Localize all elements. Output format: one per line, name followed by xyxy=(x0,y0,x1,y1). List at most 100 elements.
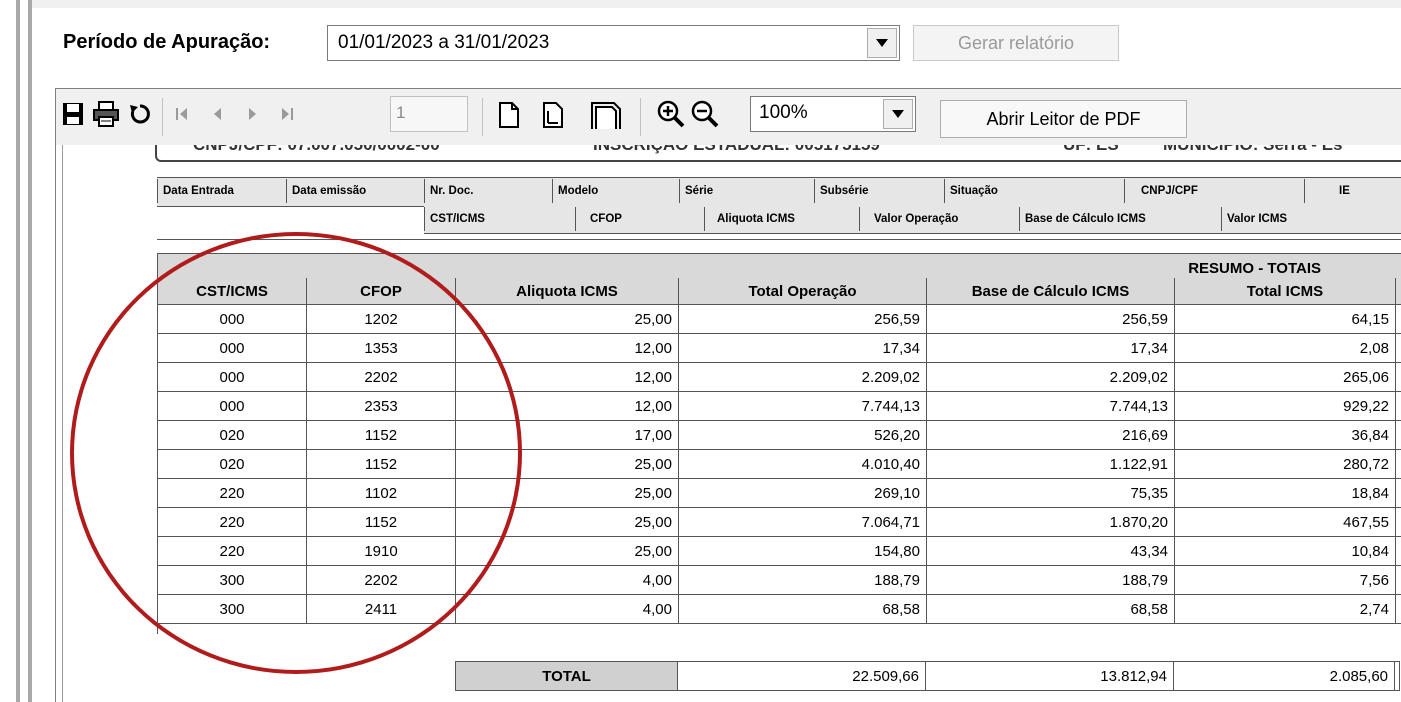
table-row: 020 1152 25,00 4.010,40 1.122,91 280,72 xyxy=(158,450,1401,479)
cfop-cell: 1152 xyxy=(307,508,456,537)
aliquota-cell: 12,00 xyxy=(456,334,679,363)
column-header: Série xyxy=(679,179,814,203)
total-operacao-cell: 154,80 xyxy=(679,537,927,566)
column-header: CNPJ/CPF xyxy=(1124,179,1304,203)
cst-icms-cell: 020 xyxy=(158,421,307,450)
column-header: Modelo xyxy=(552,179,679,203)
generate-report-button[interactable]: Gerar relatório xyxy=(913,25,1119,61)
chevron-down-icon[interactable] xyxy=(883,99,913,129)
total-icms-cell: 929,22 xyxy=(1175,392,1396,421)
total-row: TOTAL 22.509,66 13.812,94 2.085,60 xyxy=(455,661,1400,691)
summary-header-row: CST/ICMS CFOP Aliquota ICMS Total Operaç… xyxy=(158,278,1401,305)
total-operacao-cell: 17,34 xyxy=(679,334,927,363)
total-icms-cell: 2,08 xyxy=(1175,334,1396,363)
table-row: 000 2202 12,00 2.209,02 2.209,02 265,06 xyxy=(158,363,1401,392)
cfop-cell: 1102 xyxy=(307,479,456,508)
table-row: 300 2411 4,00 68,58 68,58 2,74 xyxy=(158,595,1401,624)
table-row: 000 1353 12,00 17,34 17,34 2,08 xyxy=(158,334,1401,363)
fit-width-icon[interactable] xyxy=(590,101,622,131)
cfop-cell: 2202 xyxy=(307,363,456,392)
period-value: 01/01/2023 a 31/01/2023 xyxy=(338,32,550,53)
toolbar-separator xyxy=(162,98,163,136)
base-calculo-cell: 216,69 xyxy=(927,421,1175,450)
cst-icms-cell: 000 xyxy=(158,392,307,421)
aliquota-cell: 17,00 xyxy=(456,421,679,450)
divider xyxy=(157,239,1401,240)
total-operacao-cell: 68,58 xyxy=(679,595,927,624)
cst-icms-cell: 220 xyxy=(158,537,307,566)
aliquota-cell: 12,00 xyxy=(456,392,679,421)
column-header: Subsérie xyxy=(814,179,944,203)
total-operacao-cell: 4.010,40 xyxy=(679,450,927,479)
cst-icms-cell: 300 xyxy=(158,595,307,624)
total-icms-cell: 7,56 xyxy=(1175,566,1396,595)
period-select[interactable]: 01/01/2023 a 31/01/2023 xyxy=(327,25,900,61)
last-page-icon[interactable] xyxy=(275,104,299,124)
total-icms-cell: 36,84 xyxy=(1175,421,1396,450)
cfop-cell: 1353 xyxy=(307,334,456,363)
toolbar-separator xyxy=(482,98,483,136)
base-calculo-cell: 43,34 xyxy=(927,537,1175,566)
cfop-cell: 1202 xyxy=(307,305,456,334)
column-header: CST/ICMS xyxy=(424,207,575,231)
single-page-icon[interactable] xyxy=(496,101,522,129)
total-base-calculo: 13.812,94 xyxy=(926,662,1174,690)
cst-icms-cell: 300 xyxy=(158,566,307,595)
save-icon[interactable] xyxy=(62,102,84,126)
chevron-down-icon[interactable] xyxy=(867,28,897,58)
total-icms-cell: 10,84 xyxy=(1175,537,1396,566)
summary-column-header: Aliquota ICMS xyxy=(456,278,679,304)
column-header: Situação xyxy=(944,179,1124,203)
cst-icms-cell: 000 xyxy=(158,334,307,363)
cfop-cell: 1152 xyxy=(307,421,456,450)
base-calculo-cell: 256,59 xyxy=(927,305,1175,334)
total-icms-cell: 467,55 xyxy=(1175,508,1396,537)
summary-column-header: CST/ICMS xyxy=(158,278,307,304)
total-operacao-cell: 526,20 xyxy=(679,421,927,450)
next-page-icon[interactable] xyxy=(240,104,264,124)
zoom-out-icon[interactable] xyxy=(690,100,720,128)
report-header-cut-text: CNPJ/CPF: 07.007.050/0002-00 xyxy=(193,145,440,155)
summary-title-row: RESUMO - TOTAIS xyxy=(158,254,1401,278)
total-operacao-cell: 269,10 xyxy=(679,479,927,508)
cfop-cell: 2353 xyxy=(307,392,456,421)
cfop-cell: 1152 xyxy=(307,450,456,479)
fit-page-icon[interactable] xyxy=(540,101,566,129)
cst-icms-cell: 000 xyxy=(158,305,307,334)
base-calculo-cell: 7.744,13 xyxy=(927,392,1175,421)
total-icms-cell: 265,06 xyxy=(1175,363,1396,392)
zoom-select[interactable]: 100% xyxy=(750,96,916,132)
base-calculo-cell: 68,58 xyxy=(927,595,1175,624)
column-header: Data emissão xyxy=(286,179,424,203)
total-operacao-cell: 256,59 xyxy=(679,305,927,334)
base-calculo-cell: 1.870,20 xyxy=(927,508,1175,537)
refresh-icon[interactable] xyxy=(128,102,152,126)
cst-icms-cell: 000 xyxy=(158,363,307,392)
base-calculo-cell: 75,35 xyxy=(927,479,1175,508)
total-operacao-cell: 188,79 xyxy=(679,566,927,595)
cst-icms-cell: 220 xyxy=(158,508,307,537)
total-icms-cell: 2,74 xyxy=(1175,595,1396,624)
zoom-in-icon[interactable] xyxy=(656,100,686,128)
cfop-cell: 2202 xyxy=(307,566,456,595)
cst-icms-cell: 220 xyxy=(158,479,307,508)
summary-title: RESUMO - TOTAIS xyxy=(1188,260,1321,277)
column-header: Data Entrada xyxy=(157,179,286,203)
total-operacao-cell: 2.209,02 xyxy=(679,363,927,392)
prev-page-icon[interactable] xyxy=(205,104,229,124)
print-icon[interactable] xyxy=(92,101,120,127)
report-page: CNPJ/CPF: 07.007.050/0002-00 INSCRIÇÃO E… xyxy=(62,145,1401,702)
table-row: 220 1910 25,00 154,80 43,34 10,84 xyxy=(158,537,1401,566)
open-pdf-reader-button[interactable]: Abrir Leitor de PDF xyxy=(940,100,1187,138)
total-icms-cell: 280,72 xyxy=(1175,450,1396,479)
page-number-input[interactable]: 1 xyxy=(390,96,468,132)
aliquota-cell: 25,00 xyxy=(456,305,679,334)
aliquota-cell: 25,00 xyxy=(456,508,679,537)
column-header: Valor ICMS xyxy=(1221,207,1401,231)
first-page-icon[interactable] xyxy=(170,104,194,124)
table-row: 220 1102 25,00 269,10 75,35 18,84 xyxy=(158,479,1401,508)
total-operacao-cell: 7.744,13 xyxy=(679,392,927,421)
total-operacao-cell: 7.064,71 xyxy=(679,508,927,537)
aliquota-cell: 12,00 xyxy=(456,363,679,392)
total-label: TOTAL xyxy=(456,662,678,690)
